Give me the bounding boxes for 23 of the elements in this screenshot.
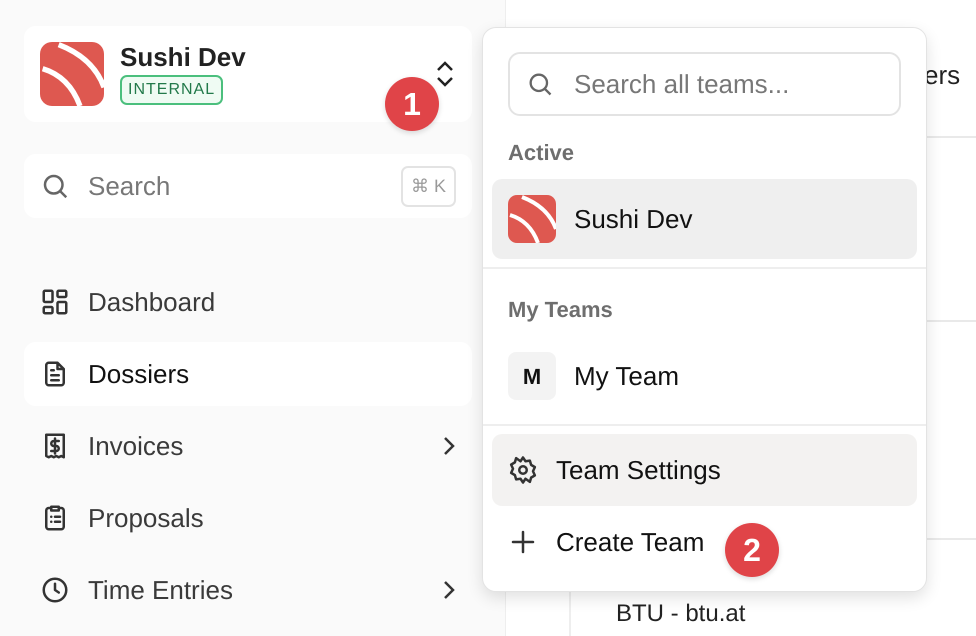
settings-icon bbox=[508, 455, 538, 485]
nav-item[interactable]: Dashboard bbox=[24, 270, 472, 334]
row-text: BTU - btu.at bbox=[616, 602, 746, 626]
logo-icon bbox=[40, 42, 104, 106]
nav-item[interactable]: Time Entries bbox=[24, 558, 472, 622]
section-heading: My Teams bbox=[507, 296, 614, 324]
team-name: Sushi Dev bbox=[120, 42, 246, 72]
logo-icon bbox=[508, 195, 556, 243]
team-item[interactable]: Sushi Dev bbox=[492, 179, 917, 259]
team-item[interactable]: M My Team bbox=[492, 336, 917, 416]
clock-icon bbox=[40, 575, 70, 605]
nav-item[interactable]: Dossiers bbox=[24, 342, 472, 406]
menu-action[interactable]: Create Team bbox=[492, 506, 712, 578]
dashboard-icon bbox=[40, 287, 70, 317]
team-initial: M bbox=[508, 352, 556, 400]
shortcut-key: ⌘ K bbox=[400, 166, 456, 207]
team-search-field[interactable]: Search all teams... bbox=[508, 52, 901, 116]
chevron-updown-icon bbox=[434, 59, 456, 89]
team-tag: INTERNAL bbox=[120, 75, 224, 106]
menu-action[interactable]: Team Settings bbox=[492, 434, 917, 506]
section-heading: Active bbox=[507, 139, 576, 167]
nav-item[interactable]: Proposals bbox=[24, 486, 472, 550]
nav-item[interactable]: Invoices bbox=[24, 414, 472, 478]
